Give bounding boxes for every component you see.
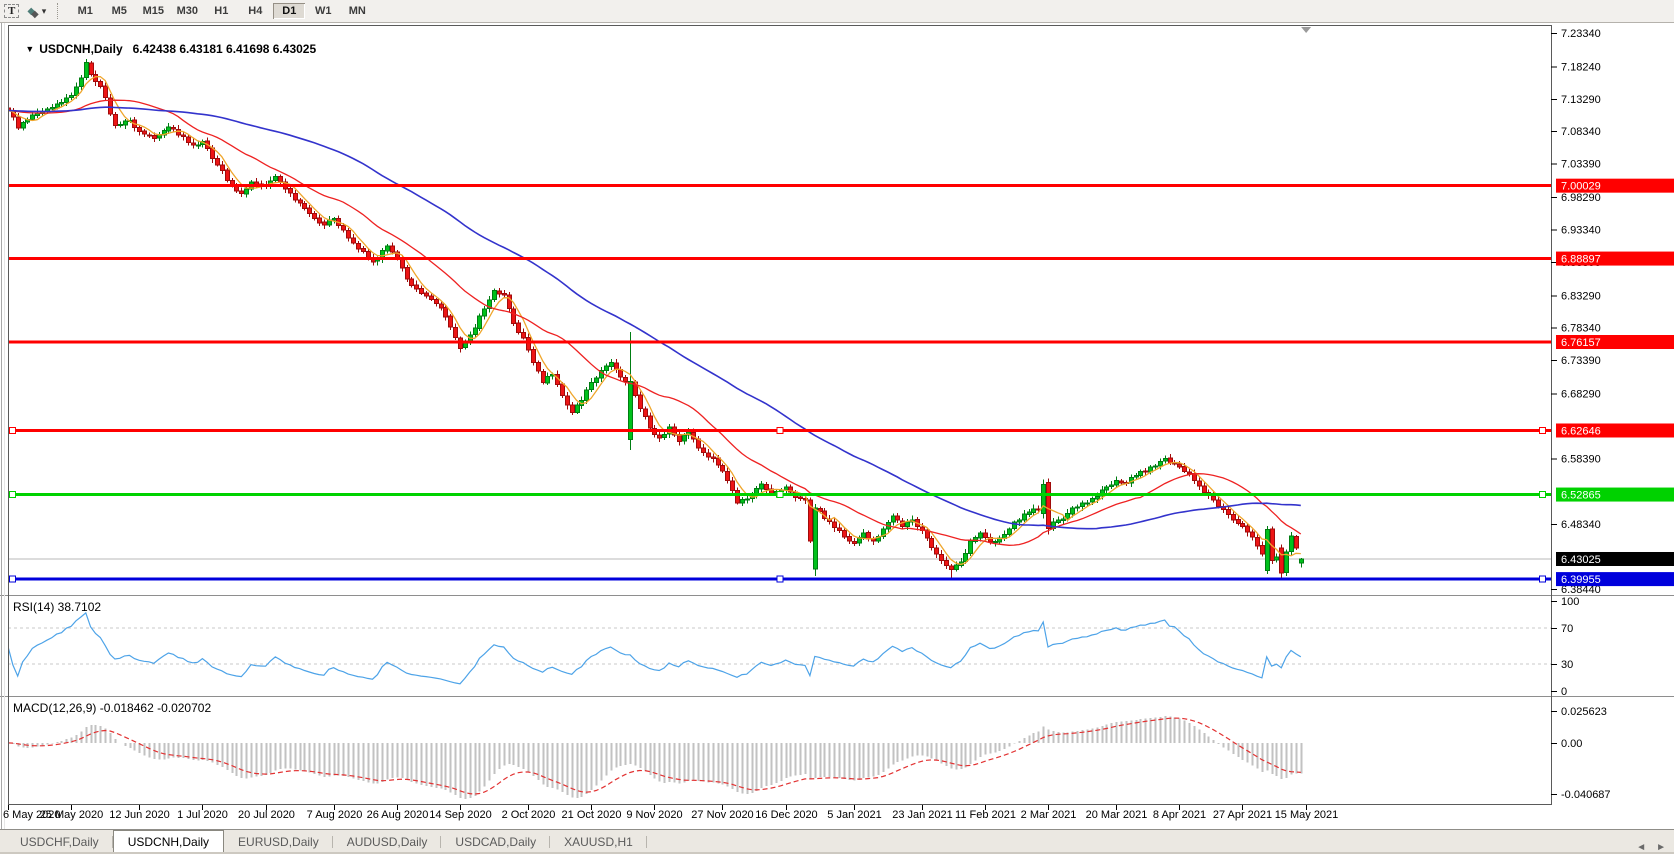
tab-audusd[interactable]: AUDUSD,Daily [333,832,442,853]
price-axis-label: 6.83290 [1561,290,1601,302]
svg-text:7.00029: 7.00029 [1561,181,1601,193]
arrow-diamond-icon: ◆ [31,9,39,20]
timeframe-button-mn[interactable]: MN [341,3,373,19]
date-axis-label: 9 Nov 2020 [626,809,682,821]
hline-handle[interactable] [1540,492,1546,498]
price-axis-label: 7.08340 [1561,126,1601,138]
timeframe-button-m15[interactable]: M15 [137,3,169,19]
price-axis-label: 7.13290 [1561,94,1601,106]
date-axis-label: 2 Oct 2020 [502,809,556,821]
date-axis-label: 15 May 2021 [1275,809,1339,821]
date-axis-label: 20 Jul 2020 [238,809,295,821]
macd-indicator-label: MACD(12,26,9) -0.018462 -0.020702 [13,701,211,715]
macd-axis-label: 0.00 [1561,738,1582,750]
mt4-workspace: 7.23340 7.18240 7.13290 7.08340 7.03390 6.982… [0,0,1674,854]
arrows-tool-button[interactable]: ◆ ◆ ▾ [24,2,49,20]
timeframe-button-group: M1M5M15M30H1H4D1W1MN [68,3,374,19]
text-tool-icon: T [4,4,19,18]
rsi-axis-label: 100 [1561,596,1579,608]
svg-text:6.43025: 6.43025 [1561,554,1601,566]
price-axis-label: 7.23340 [1561,28,1601,40]
hline-handle[interactable] [777,492,783,498]
timeframe-button-m1[interactable]: M1 [69,3,101,19]
toolbar-separator [57,3,63,19]
date-axis-label: 5 Jan 2021 [827,809,881,821]
price-axis-label: 6.78340 [1561,323,1601,335]
macd-axis-label: -0.040687 [1561,789,1611,801]
main-toolbar: T ◆ ◆ ▾ M1M5M15M30H1H4D1W1MN [0,0,1674,23]
date-axis-label: 21 Oct 2020 [562,809,622,821]
date-axis-label: 1 Jul 2020 [177,809,228,821]
date-axis-label: 26 Aug 2020 [367,809,429,821]
date-axis-label: 14 Sep 2020 [429,809,491,821]
hline-handle[interactable] [10,427,16,433]
hline-handle[interactable] [1540,576,1546,582]
tab-usdcad[interactable]: USDCAD,Daily [441,832,550,853]
hline-handle[interactable] [777,427,783,433]
chart-canvas: 7.23340 7.18240 7.13290 7.08340 7.03390 6.982… [0,0,1674,854]
price-axis-label: 6.58390 [1561,453,1601,465]
price-axis-label: 6.73390 [1561,355,1601,367]
date-axis-label: 7 Aug 2020 [307,809,363,821]
timeframe-button-h1[interactable]: H1 [205,3,237,19]
svg-text:6.62646: 6.62646 [1561,425,1601,437]
tab-xauusd[interactable]: XAUUSD,H1 [550,832,647,853]
svg-text:6.76157: 6.76157 [1561,337,1601,349]
hline-handle[interactable] [1540,427,1546,433]
chevron-down-icon: ▾ [42,6,47,17]
date-axis-label: 11 Feb 2021 [955,809,1016,821]
rsi-axis-label: 70 [1561,623,1573,635]
price-axis-label: 7.18240 [1561,61,1601,73]
date-axis-label: 20 Mar 2021 [1086,809,1148,821]
date-axis-label: 12 Jun 2020 [109,809,170,821]
price-axis-label: 6.93340 [1561,224,1601,236]
timeframe-button-m30[interactable]: M30 [171,3,203,19]
chart-symbol-period: USDCNH,Daily [39,42,122,56]
rsi-axis-label: 0 [1561,686,1567,698]
price-axis-label: 6.48340 [1561,519,1601,531]
date-axis-label: 27 Nov 2020 [691,809,753,821]
macd-axis-label: 0.025623 [1561,706,1607,718]
tab-usdchf[interactable]: USDCHF,Daily [6,832,113,853]
chart-ohlc-values: 6.42438 6.43181 6.41698 6.43025 [133,42,317,56]
date-axis-label: 25 May 2020 [40,809,104,821]
date-axis-label: 27 Apr 2021 [1213,809,1272,821]
price-axis-label: 6.68290 [1561,389,1601,401]
hline-handle[interactable] [777,576,783,582]
tab-eurusd[interactable]: EURUSD,Daily [224,832,333,853]
tab-usdcnh[interactable]: USDCNH,Daily [113,830,224,853]
svg-text:6.39955: 6.39955 [1561,574,1601,586]
hline-handle[interactable] [10,576,16,582]
timeframe-button-h4[interactable]: H4 [239,3,271,19]
timeframe-button-d1[interactable]: D1 [273,3,305,19]
svg-text:6.88897: 6.88897 [1561,254,1601,266]
rsi-axis-label: 30 [1561,659,1573,671]
hline-handle[interactable] [10,492,16,498]
svg-text:6.52865: 6.52865 [1561,490,1601,502]
symbol-dropdown-icon[interactable]: ▼ [25,44,34,54]
timeframe-button-m5[interactable]: M5 [103,3,135,19]
chart-title: ▼ USDCNH,Daily 6.42438 6.43181 6.41698 6.4… [12,28,316,70]
date-axis-label: 16 Dec 2020 [755,809,817,821]
chart-tab-bar: USDCHF,DailyUSDCNH,DailyEURUSD,DailyAUDU… [0,829,1674,853]
timeframe-button-w1[interactable]: W1 [307,3,339,19]
text-tool-button[interactable]: T [1,2,22,20]
date-axis-label: 23 Jan 2021 [892,809,953,821]
rsi-indicator-label: RSI(14) 38.7102 [13,600,101,614]
price-axis-label: 7.03390 [1561,159,1601,171]
date-axis-label: 8 Apr 2021 [1153,809,1206,821]
date-axis-label: 2 Mar 2021 [1021,809,1077,821]
price-axis-label: 6.98290 [1561,192,1601,204]
